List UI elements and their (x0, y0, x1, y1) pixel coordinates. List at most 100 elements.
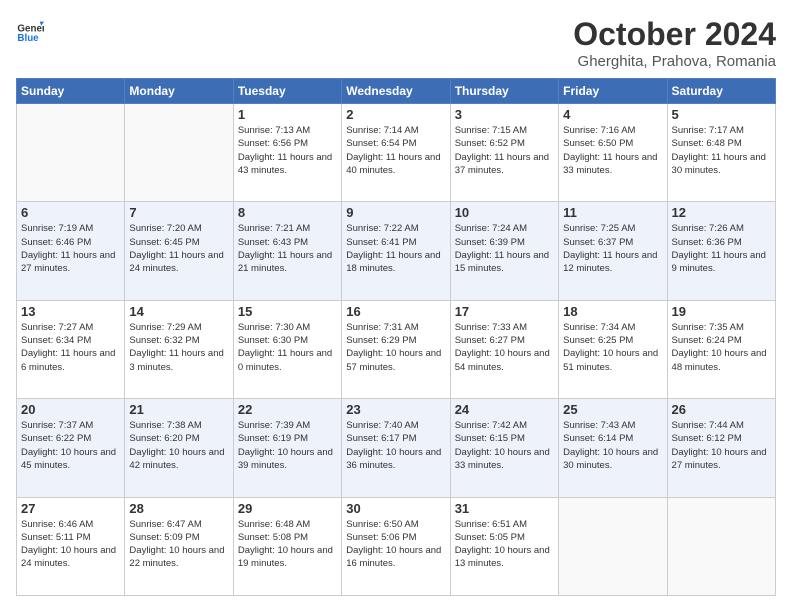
day-info: Sunrise: 6:48 AMSunset: 5:08 PMDaylight:… (238, 518, 337, 571)
logo: General Blue (16, 16, 44, 44)
cell-2-4: 9 Sunrise: 7:22 AMSunset: 6:41 PMDaylight… (342, 202, 450, 300)
header-friday: Friday (559, 79, 667, 104)
day-number: 2 (346, 107, 445, 122)
day-number: 30 (346, 501, 445, 516)
day-info: Sunrise: 7:35 AMSunset: 6:24 PMDaylight:… (672, 321, 771, 374)
cell-4-5: 24 Sunrise: 7:42 AMSunset: 6:15 PMDayligh… (450, 399, 558, 497)
day-info: Sunrise: 7:38 AMSunset: 6:20 PMDaylight:… (129, 419, 228, 472)
cell-1-5: 3Sunrise: 7:15 AMSunset: 6:52 PMDaylight… (450, 104, 558, 202)
day-info: Sunrise: 7:39 AMSunset: 6:19 PMDaylight:… (238, 419, 337, 472)
week-row-2: 6 Sunrise: 7:19 AMSunset: 6:46 PMDaylight… (17, 202, 776, 300)
day-number: 24 (455, 402, 554, 417)
day-number: 8 (238, 205, 337, 220)
cell-5-7 (667, 497, 775, 595)
day-number: 1 (238, 107, 337, 122)
cell-2-1: 6 Sunrise: 7:19 AMSunset: 6:46 PMDaylight… (17, 202, 125, 300)
svg-text:Blue: Blue (17, 33, 39, 44)
day-number: 26 (672, 402, 771, 417)
day-number: 20 (21, 402, 120, 417)
day-info: Sunrise: 7:20 AMSunset: 6:45 PMDaylight:… (129, 222, 228, 275)
day-info: Sunrise: 7:19 AMSunset: 6:46 PMDaylight:… (21, 222, 120, 275)
day-number: 31 (455, 501, 554, 516)
cell-2-6: 11 Sunrise: 7:25 AMSunset: 6:37 PMDayligh… (559, 202, 667, 300)
header-wednesday: Wednesday (342, 79, 450, 104)
logo-icon: General Blue (16, 16, 44, 44)
day-number: 18 (563, 304, 662, 319)
day-number: 4 (563, 107, 662, 122)
day-number: 19 (672, 304, 771, 319)
header-thursday: Thursday (450, 79, 558, 104)
cell-2-3: 8 Sunrise: 7:21 AMSunset: 6:43 PMDaylight… (233, 202, 341, 300)
day-number: 3 (455, 107, 554, 122)
header-tuesday: Tuesday (233, 79, 341, 104)
day-info: Sunrise: 7:17 AMSunset: 6:48 PMDaylight:… (672, 124, 771, 177)
day-info: Sunrise: 7:25 AMSunset: 6:37 PMDaylight:… (563, 222, 662, 275)
cell-3-4: 16Sunrise: 7:31 AMSunset: 6:29 PMDayligh… (342, 300, 450, 398)
cell-3-2: 14Sunrise: 7:29 AMSunset: 6:32 PMDayligh… (125, 300, 233, 398)
calendar-table: Sunday Monday Tuesday Wednesday Thursday… (16, 78, 776, 596)
header: General Blue October 2024 Gherghita, Pra… (16, 16, 776, 70)
cell-1-7: 5Sunrise: 7:17 AMSunset: 6:48 PMDaylight… (667, 104, 775, 202)
day-number: 9 (346, 205, 445, 220)
week-row-3: 13 Sunrise: 7:27 AMSunset: 6:34 PMDayligh… (17, 300, 776, 398)
title-section: October 2024 Gherghita, Prahova, Romania (573, 16, 776, 70)
day-info: Sunrise: 7:24 AMSunset: 6:39 PMDaylight:… (455, 222, 554, 275)
cell-1-3: 1Sunrise: 7:13 AMSunset: 6:56 PMDaylight… (233, 104, 341, 202)
day-info: Sunrise: 7:37 AMSunset: 6:22 PMDaylight:… (21, 419, 120, 472)
weekday-header-row: Sunday Monday Tuesday Wednesday Thursday… (17, 79, 776, 104)
week-row-5: 27Sunrise: 6:46 AMSunset: 5:11 PMDayligh… (17, 497, 776, 595)
day-info: Sunrise: 7:43 AMSunset: 6:14 PMDaylight:… (563, 419, 662, 472)
cell-2-5: 10 Sunrise: 7:24 AMSunset: 6:39 PMDayligh… (450, 202, 558, 300)
day-number: 6 (21, 205, 120, 220)
cell-5-4: 30 Sunrise: 6:50 AMSunset: 5:06 PMDayligh… (342, 497, 450, 595)
day-info: Sunrise: 7:34 AMSunset: 6:25 PMDaylight:… (563, 321, 662, 374)
day-info: Sunrise: 6:50 AMSunset: 5:06 PMDaylight:… (346, 518, 445, 571)
day-info: Sunrise: 6:47 AMSunset: 5:09 PMDaylight:… (129, 518, 228, 571)
day-info: Sunrise: 7:33 AMSunset: 6:27 PMDaylight:… (455, 321, 554, 374)
day-number: 16 (346, 304, 445, 319)
header-saturday: Saturday (667, 79, 775, 104)
month-title: October 2024 (573, 16, 776, 53)
day-info: Sunrise: 7:44 AMSunset: 6:12 PMDaylight:… (672, 419, 771, 472)
cell-1-1 (17, 104, 125, 202)
subtitle: Gherghita, Prahova, Romania (573, 53, 776, 70)
day-number: 13 (21, 304, 120, 319)
cell-4-7: 26 Sunrise: 7:44 AMSunset: 6:12 PMDayligh… (667, 399, 775, 497)
header-sunday: Sunday (17, 79, 125, 104)
day-number: 23 (346, 402, 445, 417)
day-number: 11 (563, 205, 662, 220)
day-info: Sunrise: 7:29 AMSunset: 6:32 PMDaylight:… (129, 321, 228, 374)
day-info: Sunrise: 7:22 AMSunset: 6:41 PMDaylight:… (346, 222, 445, 275)
day-number: 25 (563, 402, 662, 417)
day-info: Sunrise: 7:40 AMSunset: 6:17 PMDaylight:… (346, 419, 445, 472)
cell-5-6 (559, 497, 667, 595)
week-row-1: 1Sunrise: 7:13 AMSunset: 6:56 PMDaylight… (17, 104, 776, 202)
cell-1-2 (125, 104, 233, 202)
cell-4-4: 23 Sunrise: 7:40 AMSunset: 6:17 PMDayligh… (342, 399, 450, 497)
day-info: Sunrise: 7:42 AMSunset: 6:15 PMDaylight:… (455, 419, 554, 472)
cell-3-3: 15Sunrise: 7:30 AMSunset: 6:30 PMDayligh… (233, 300, 341, 398)
day-number: 28 (129, 501, 228, 516)
day-info: Sunrise: 7:21 AMSunset: 6:43 PMDaylight:… (238, 222, 337, 275)
day-number: 12 (672, 205, 771, 220)
page: General Blue October 2024 Gherghita, Pra… (0, 0, 792, 612)
day-info: Sunrise: 7:30 AMSunset: 6:30 PMDaylight:… (238, 321, 337, 374)
cell-4-1: 20 Sunrise: 7:37 AMSunset: 6:22 PMDayligh… (17, 399, 125, 497)
cell-4-2: 21 Sunrise: 7:38 AMSunset: 6:20 PMDayligh… (125, 399, 233, 497)
cell-3-1: 13 Sunrise: 7:27 AMSunset: 6:34 PMDayligh… (17, 300, 125, 398)
day-number: 29 (238, 501, 337, 516)
cell-5-2: 28 Sunrise: 6:47 AMSunset: 5:09 PMDayligh… (125, 497, 233, 595)
cell-2-2: 7Sunrise: 7:20 AMSunset: 6:45 PMDaylight… (125, 202, 233, 300)
week-row-4: 20 Sunrise: 7:37 AMSunset: 6:22 PMDayligh… (17, 399, 776, 497)
day-info: Sunrise: 7:27 AMSunset: 6:34 PMDaylight:… (21, 321, 120, 374)
day-info: Sunrise: 7:16 AMSunset: 6:50 PMDaylight:… (563, 124, 662, 177)
day-info: Sunrise: 7:14 AMSunset: 6:54 PMDaylight:… (346, 124, 445, 177)
day-number: 27 (21, 501, 120, 516)
cell-4-6: 25 Sunrise: 7:43 AMSunset: 6:14 PMDayligh… (559, 399, 667, 497)
day-number: 10 (455, 205, 554, 220)
cell-5-3: 29 Sunrise: 6:48 AMSunset: 5:08 PMDayligh… (233, 497, 341, 595)
cell-5-5: 31Sunrise: 6:51 AMSunset: 5:05 PMDayligh… (450, 497, 558, 595)
cell-1-4: 2 Sunrise: 7:14 AMSunset: 6:54 PMDaylight… (342, 104, 450, 202)
day-number: 21 (129, 402, 228, 417)
header-monday: Monday (125, 79, 233, 104)
